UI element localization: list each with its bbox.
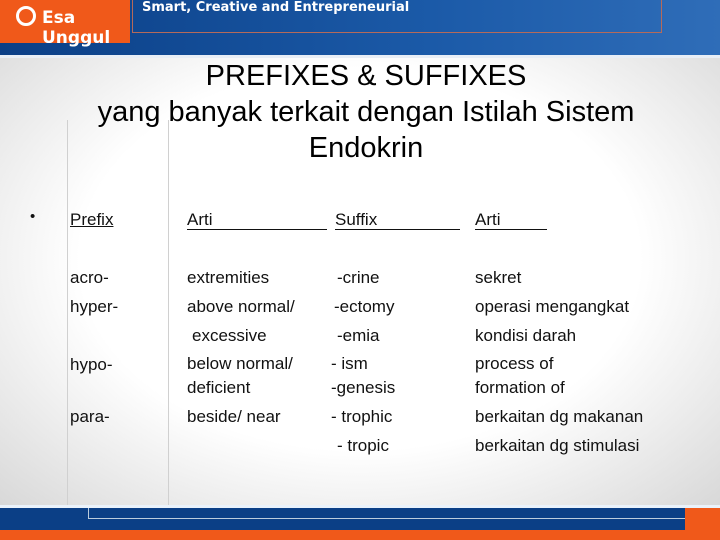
suffix-cell: - trophic: [331, 407, 393, 426]
suffix-cell: - ism: [331, 354, 368, 373]
suffix-meaning: operasi mengangkat: [475, 297, 630, 316]
suffix-meaning: formation of: [475, 378, 565, 397]
title-line: PREFIXES & SUFFIXES: [205, 60, 527, 92]
divider: [168, 120, 169, 505]
suffix-meaning: berkaitan dg stimulasi: [475, 436, 640, 455]
prefix-meaning: below normal/: [187, 354, 293, 373]
prefix-cell: hyper-: [70, 297, 119, 316]
header-arti: Arti: [187, 210, 327, 230]
suffix-cell: -emia: [337, 326, 380, 345]
footer-accent: [685, 508, 720, 530]
suffix-cell: - tropic: [337, 436, 389, 455]
title-line: Endokrin: [308, 132, 424, 164]
suffix-meaning: process of: [475, 354, 554, 373]
logo-icon: [16, 6, 36, 26]
logo-text: Esa Unggul: [42, 8, 111, 48]
slide-title: PREFIXES & SUFFIXES yang banyak terkait …: [0, 58, 720, 166]
suffix-cell: -crine: [337, 268, 380, 287]
suffix-meaning: berkaitan dg makanan: [475, 407, 644, 426]
footer-frame: [88, 508, 686, 519]
suffix-cell: -genesis: [331, 378, 396, 397]
title-line: yang banyak terkait dengan Istilah Siste…: [97, 96, 635, 128]
logo: Esa Unggul: [0, 0, 130, 48]
header-suffix: Suffix: [335, 210, 460, 230]
prefix-meaning: excessive: [192, 326, 267, 345]
suffix-meaning: kondisi darah: [475, 326, 577, 345]
suffix-cell: -ectomy: [334, 297, 395, 316]
header-arti-2: Arti: [475, 210, 547, 230]
header-prefix: Prefix: [70, 210, 114, 229]
divider: [67, 120, 68, 505]
prefix-cell: para-: [70, 407, 110, 426]
tagline: Smart, Creative and Entrepreneurial: [142, 0, 410, 15]
prefix-meaning: above normal/: [187, 297, 295, 316]
footer-stripe: [0, 530, 720, 540]
suffix-meaning: sekret: [475, 268, 522, 287]
prefix-meaning: deficient: [187, 378, 251, 397]
bullet-icon: •: [30, 208, 36, 225]
prefix-meaning: beside/ near: [187, 407, 281, 426]
prefix-meaning: extremities: [187, 268, 270, 287]
prefix-cell: acro-: [70, 268, 109, 287]
prefix-cell: hypo-: [70, 355, 113, 374]
